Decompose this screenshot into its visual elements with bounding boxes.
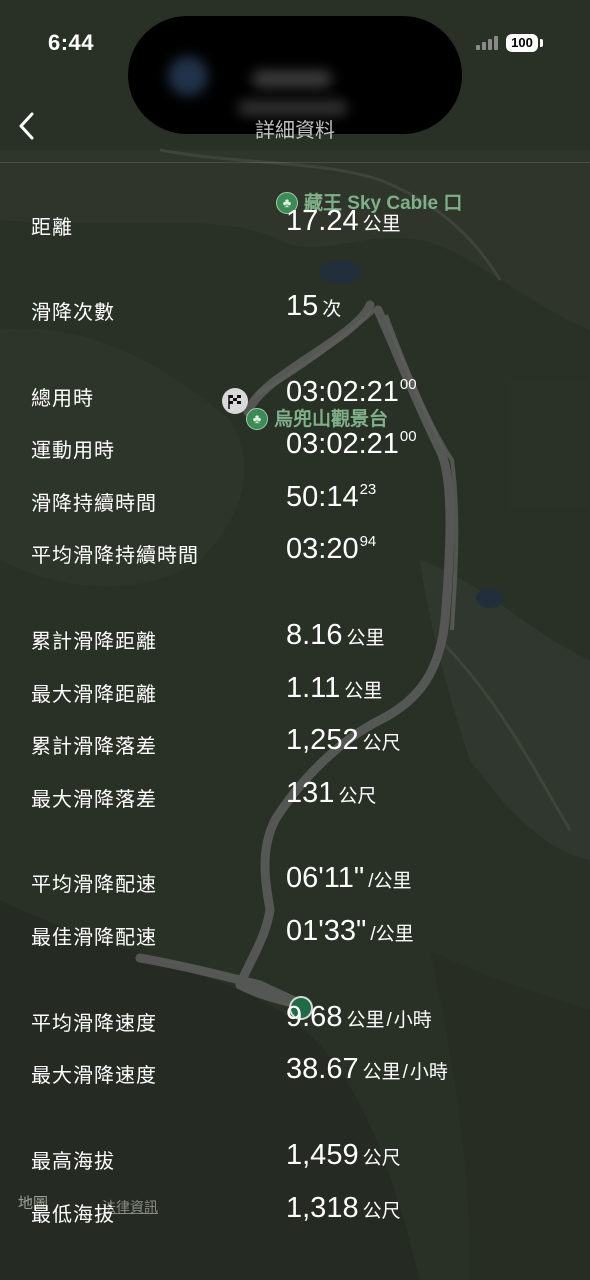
stat-label: 運動用時 [31, 440, 115, 462]
stat-row-runs: 滑降次數 15 次 [0, 290, 590, 330]
stat-row-descent-duration: 滑降持續時間 50:1423 [0, 481, 590, 521]
stat-value: 03:2094 [286, 533, 377, 565]
stat-label: 最高海拔 [31, 1151, 115, 1173]
stat-row-total-descent-drop: 累計滑降落差 1,252 公尺 [0, 724, 590, 764]
stat-label: 滑降持續時間 [31, 493, 157, 515]
battery-icon: 100 [506, 34, 538, 52]
stat-value: 1,252 公尺 [286, 724, 401, 756]
stat-row-total-descent-distance: 累計滑降距離 8.16 公里 [0, 619, 590, 659]
stat-row-avg-descent-speed: 平均滑降速度 9.68 公里 / 小時 [0, 1001, 590, 1041]
maps-brand: 地圖 [18, 1195, 49, 1212]
stat-row-avg-descent-duration: 平均滑降持續時間 03:2094 [0, 533, 590, 573]
unit-separator: / [386, 1010, 392, 1031]
stat-label: 總用時 [31, 388, 94, 410]
stat-value: 15 次 [286, 290, 342, 322]
stat-row-max-descent-drop: 最大滑降落差 131 公尺 [0, 777, 590, 817]
stat-value: 50:1423 [286, 481, 377, 513]
stat-value: 06'11"/公里 [286, 862, 412, 894]
stat-row-max-descent-speed: 最大滑降速度 38.67 公里 / 小時 [0, 1053, 590, 1093]
stat-label: 平均滑降持續時間 [31, 545, 199, 567]
stat-row-max-descent-distance: 最大滑降距離 1.11 公里 [0, 672, 590, 712]
stat-label: 滑降次數 [31, 302, 115, 324]
stat-value: 8.16 公里 [286, 619, 385, 651]
battery-tip [540, 39, 543, 47]
stat-value: 03:02:2100 [286, 428, 417, 460]
stat-value: 17.24 公里 [286, 205, 401, 237]
island-blurred-text [252, 70, 332, 88]
stat-row-avg-descent-pace: 平均滑降配速 06'11"/公里 [0, 862, 590, 902]
signal-icon [476, 36, 498, 50]
stat-value: 01'33"/公里 [286, 915, 414, 947]
stat-label: 最佳滑降配速 [31, 927, 157, 949]
stat-value: 1,459 公尺 [286, 1139, 401, 1171]
stat-row-max-altitude: 最高海拔 1,459 公尺 [0, 1139, 590, 1179]
stat-label: 累計滑降距離 [31, 631, 157, 653]
stat-label: 最大滑降落差 [31, 789, 157, 811]
stat-row-active-time: 運動用時 03:02:2100 [0, 428, 590, 468]
stat-row-distance: 距離 17.24 公里 [0, 205, 590, 245]
stat-label: 平均滑降配速 [31, 874, 157, 896]
stat-value: 38.67 公里 / 小時 [286, 1053, 448, 1085]
stat-label: 距離 [31, 217, 73, 239]
legal-link[interactable]: 法律資訊 [102, 1197, 158, 1217]
island-app-icon [168, 56, 208, 96]
stat-value: 1,318 公尺 [286, 1192, 401, 1224]
stat-label: 累計滑降落差 [31, 736, 157, 758]
nav-divider [0, 162, 590, 163]
unit-separator: / [402, 1062, 408, 1083]
stat-value: 131 公尺 [286, 777, 377, 809]
page-title: 詳細資料 [255, 120, 335, 142]
stat-value: 1.11 公里 [286, 672, 383, 704]
status-time: 6:44 [48, 30, 95, 55]
stat-row-best-descent-pace: 最佳滑降配速 01'33"/公里 [0, 915, 590, 955]
stat-row-min-altitude: 最低海拔 1,318 公尺 [0, 1192, 590, 1232]
stat-value: 03:02:2100 [286, 376, 417, 408]
stat-label: 最大滑降距離 [31, 684, 157, 706]
stat-label: 平均滑降速度 [31, 1013, 157, 1035]
stat-label: 最大滑降速度 [31, 1065, 157, 1087]
stat-row-total-time: 總用時 03:02:2100 [0, 376, 590, 416]
stat-value: 9.68 公里 / 小時 [286, 1001, 432, 1033]
